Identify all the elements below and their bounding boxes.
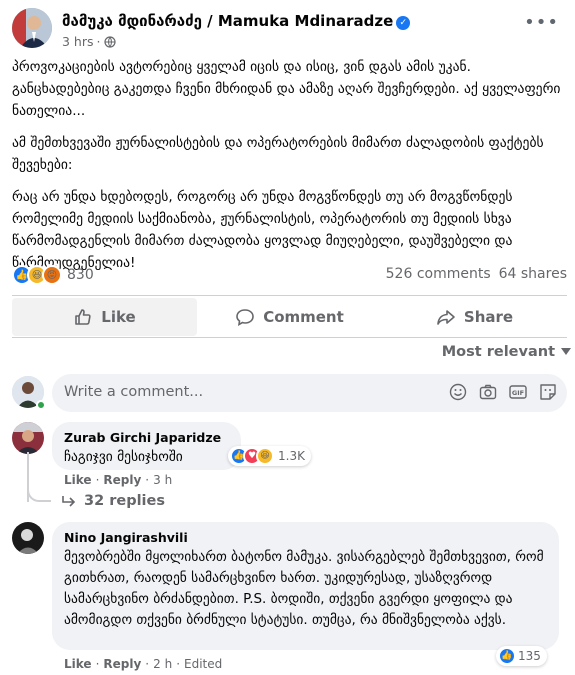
- comment-reaction-count: 1.3K: [278, 449, 305, 463]
- comment-bubble: Nino Jangirashvili მევობრებში მყოლიხართ …: [52, 522, 559, 650]
- commenter-name[interactable]: Nino Jangirashvili: [64, 530, 547, 545]
- like-reaction-icon: 👍: [498, 647, 516, 665]
- comment-time[interactable]: 3 h: [153, 473, 172, 487]
- post-paragraph: რაც არ უნდა ხდებოდეს, როგორც არ უნდა მოგ…: [12, 189, 513, 271]
- comment-button[interactable]: Comment: [197, 298, 382, 336]
- comment-reply-link[interactable]: Reply: [103, 473, 141, 487]
- comment-text: მევობრებში მყოლიხართ ბატონო მამუკა. ვისა…: [64, 549, 544, 628]
- share-button[interactable]: Share: [382, 298, 567, 336]
- post-stats: 👍 😆 😡 830 526 comments 64 shares: [12, 262, 567, 290]
- dot-separator: ·: [95, 657, 100, 671]
- sticker-icon[interactable]: [539, 383, 557, 401]
- author-name-text[interactable]: მამუკა მდინარაძე / Mamuka Mdinaradze: [62, 12, 393, 30]
- emoji-icon[interactable]: [449, 383, 467, 401]
- comment-bubble: Zurab Girchi Japaridze ჩაგიჯვი მესიჯხოში: [52, 422, 241, 470]
- comment-reaction-count: 135: [518, 649, 541, 663]
- dot-separator: ·: [176, 657, 181, 671]
- sort-label: Most relevant: [441, 344, 555, 360]
- comment-reactions[interactable]: 👍 135: [496, 646, 547, 666]
- post-paragraph: ამ შემთხვევაში ჟურნალისტების და ოპერატორ…: [12, 135, 544, 173]
- comment-actions: Like · Reply · 2 h · Edited: [64, 657, 222, 671]
- comment-sort-dropdown[interactable]: Most relevant: [442, 344, 571, 360]
- comments-count[interactable]: 526 comments: [386, 266, 491, 282]
- comment-actions: Like · Reply · 3 h: [64, 473, 172, 487]
- comment-like-link[interactable]: Like: [64, 473, 92, 487]
- post-time[interactable]: 3 hrs: [62, 34, 94, 49]
- like-label: Like: [101, 308, 136, 326]
- comment-text: ჩაგიჯვი მესიჯხოში: [64, 449, 183, 465]
- thread-curve: [27, 484, 51, 502]
- comment-icon: [236, 309, 254, 327]
- view-replies-link[interactable]: 32 replies: [62, 493, 165, 509]
- author-avatar[interactable]: [12, 8, 52, 48]
- author-name[interactable]: მამუკა მდინარაძე / Mamuka Mdinaradze ✓: [62, 12, 411, 30]
- post-actions: Like Comment Share: [12, 298, 567, 336]
- globe-icon: [103, 35, 116, 48]
- reactions-summary[interactable]: 👍 😆 😡 830: [12, 265, 94, 285]
- comment-reply-link[interactable]: Reply: [103, 657, 141, 671]
- commenter-avatar[interactable]: [12, 422, 44, 454]
- haha-reaction-icon: 😆: [256, 447, 274, 465]
- write-comment-row: Write a comment... GIF: [12, 374, 567, 412]
- post-paragraph: პროვოკაციების ავტორებიც ყველამ იცის და ი…: [12, 59, 561, 119]
- divider: [12, 295, 567, 296]
- comment-like-link[interactable]: Like: [64, 657, 92, 671]
- comment-input[interactable]: Write a comment... GIF: [52, 374, 567, 412]
- camera-icon[interactable]: [479, 383, 497, 401]
- post-text: პროვოკაციების ავტორებიც ყველამ იცის და ი…: [12, 56, 567, 284]
- dot-separator: ·: [145, 657, 150, 671]
- comment-time[interactable]: 2 h: [153, 657, 172, 671]
- thumbs-up-icon: [75, 309, 91, 325]
- comment-reactions[interactable]: 👍 ♥ 😆 1.3K: [228, 446, 311, 466]
- replies-count: 32 replies: [84, 493, 165, 509]
- verified-badge-icon: ✓: [396, 16, 411, 30]
- comment-label: Comment: [263, 308, 344, 326]
- commenter-avatar[interactable]: [12, 522, 44, 554]
- svg-text:GIF: GIF: [512, 389, 524, 397]
- reply-arrow-icon: [62, 496, 76, 507]
- comment-placeholder: Write a comment...: [64, 384, 204, 400]
- like-button[interactable]: Like: [12, 298, 197, 336]
- share-icon: [437, 310, 455, 325]
- share-label: Share: [463, 308, 514, 326]
- more-options-icon[interactable]: •••: [524, 12, 559, 33]
- gif-icon[interactable]: GIF: [509, 383, 527, 401]
- caret-down-icon: [561, 348, 571, 355]
- commenter-name[interactable]: Zurab Girchi Japaridze: [64, 430, 229, 445]
- dot-separator: ·: [95, 473, 100, 487]
- post-header: მამუკა მდინარაძე / Mamuka Mdinaradze ✓ 3 …: [12, 8, 563, 56]
- reaction-count[interactable]: 830: [67, 267, 94, 283]
- online-status-dot: [36, 400, 46, 410]
- divider: [12, 337, 567, 338]
- post-meta: 3 hrs ·: [62, 34, 116, 49]
- comment-edited: Edited: [184, 657, 223, 671]
- angry-reaction-icon: 😡: [42, 265, 62, 285]
- meta-separator: ·: [96, 34, 101, 49]
- dot-separator: ·: [145, 473, 150, 487]
- shares-count[interactable]: 64 shares: [499, 266, 567, 282]
